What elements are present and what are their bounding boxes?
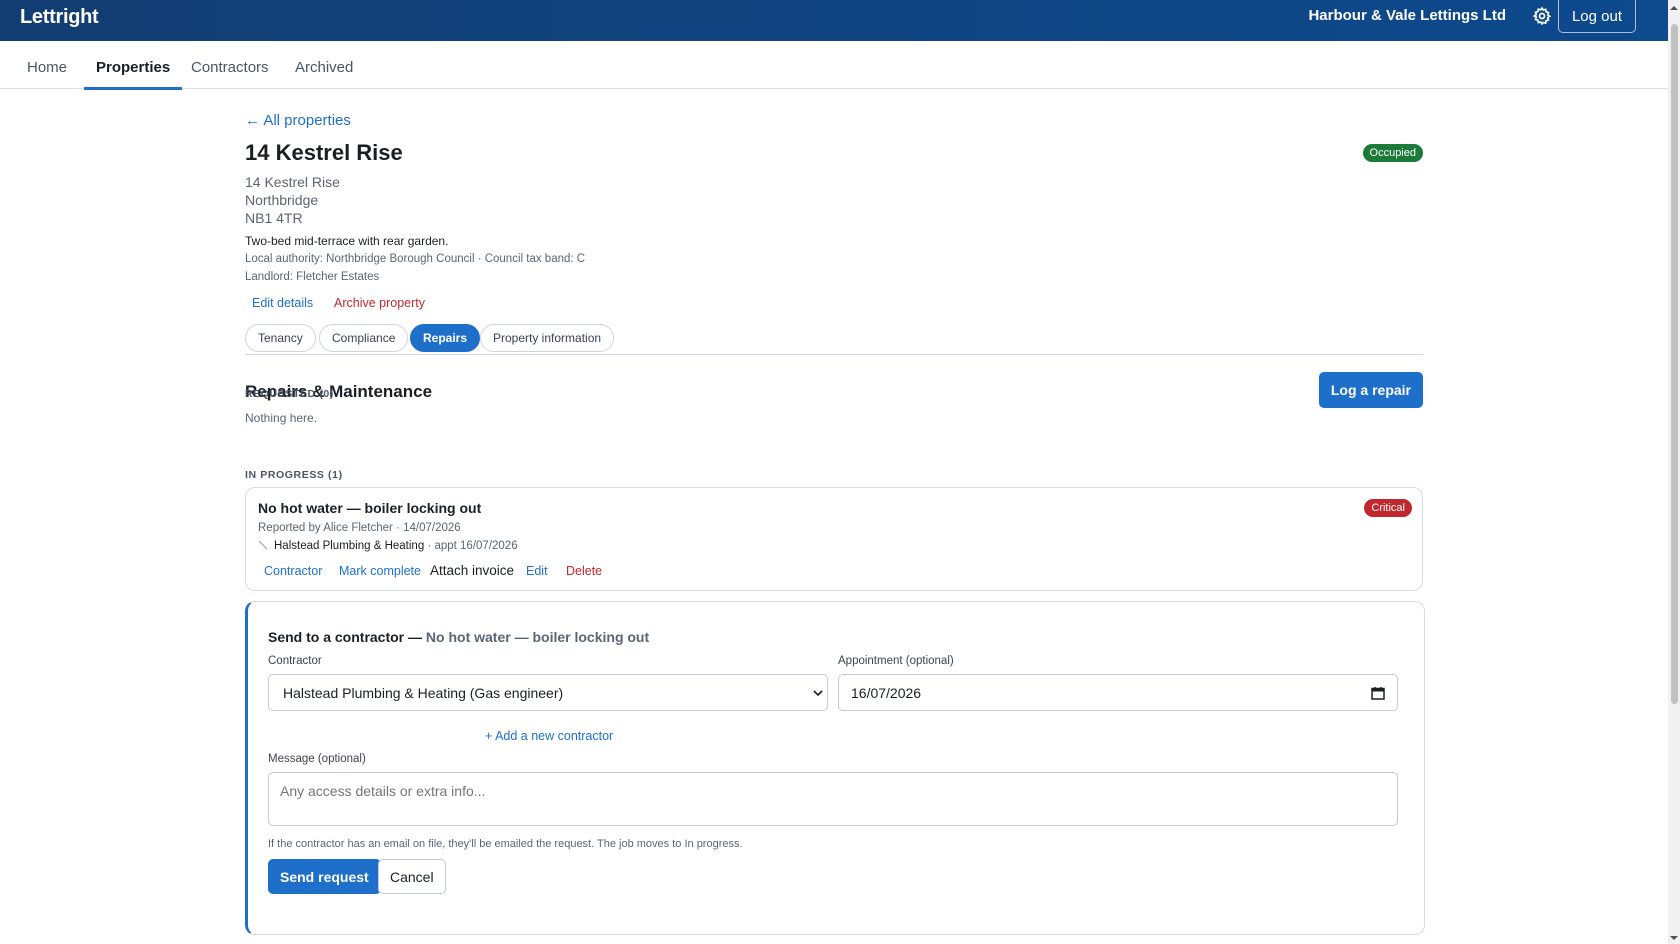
message-field[interactable] xyxy=(268,772,1398,826)
address-line-2: Northbridge xyxy=(245,192,319,208)
repair-appointment: · appt 16/07/2026 xyxy=(427,540,518,552)
log-repair-button[interactable]: Log a repair xyxy=(1318,372,1423,408)
appointment-date-value: 16/07/2026 xyxy=(851,685,922,701)
local-authority: Local authority: Northbridge Borough Cou… xyxy=(245,253,586,265)
address-line-1: 14 Kestrel Rise xyxy=(245,174,340,190)
send-request-button[interactable]: Send request xyxy=(268,859,381,894)
nav-home[interactable]: Home xyxy=(27,41,67,86)
brand-logo[interactable]: Lettright xyxy=(20,6,99,29)
calendar-icon[interactable] xyxy=(1371,686,1385,700)
top-bar: Lettright Harbour & Vale Lettings Ltd Lo… xyxy=(0,0,1668,41)
archive-property-link[interactable]: Archive property xyxy=(334,296,425,310)
repair-card: No hot water — boiler locking out Critic… xyxy=(245,487,1423,591)
mark-complete-action[interactable]: Mark complete xyxy=(339,564,421,578)
repair-title: No hot water — boiler locking out xyxy=(258,500,482,516)
send-help-text: If the contractor has an email on file, … xyxy=(268,838,743,850)
main-nav: Home Properties Contractors Archived xyxy=(0,41,1668,90)
nav-contractors[interactable]: Contractors xyxy=(191,41,269,86)
chevron-down-icon xyxy=(813,690,823,697)
back-to-properties-link[interactable]: ← All properties xyxy=(245,112,351,129)
gear-icon[interactable] xyxy=(1532,6,1552,26)
landlord: Landlord: Fletcher Estates xyxy=(245,271,380,283)
tab-compliance[interactable]: Compliance xyxy=(319,324,409,352)
appointment-date-input[interactable]: 16/07/2026 xyxy=(838,674,1398,711)
in-progress-group-label: IN PROGRESS (1) xyxy=(245,469,343,481)
scroll-up-arrow-icon[interactable] xyxy=(1670,4,1678,12)
page-scrollbar[interactable] xyxy=(1668,0,1680,944)
property-title: 14 Kestrel Rise xyxy=(245,140,403,165)
panel-title-text: Send to a contractor — xyxy=(268,629,423,645)
requested-empty-text: Nothing here. xyxy=(245,411,318,425)
scroll-down-arrow-icon[interactable] xyxy=(1670,934,1678,942)
contractor-select[interactable]: Halstead Plumbing & Heating (Gas enginee… xyxy=(268,674,828,711)
tab-repairs[interactable]: Repairs xyxy=(410,324,481,352)
send-to-contractor-panel: Send to a contractor — No hot water — bo… xyxy=(245,601,1425,935)
repair-reported: Reported by Alice Fletcher · 14/07/2026 xyxy=(258,522,461,534)
appointment-field-label: Appointment (optional) xyxy=(838,655,954,667)
cancel-button[interactable]: Cancel xyxy=(378,859,446,894)
address-postcode: NB1 4TR xyxy=(245,210,303,226)
property-description: Two-bed mid-terrace with rear garden. xyxy=(245,234,449,248)
nav-properties[interactable]: Properties xyxy=(84,41,183,90)
repair-contractor-name: Halstead Plumbing & Heating xyxy=(274,540,425,552)
organisation-name: Harbour & Vale Lettings Ltd xyxy=(1308,7,1506,24)
status-badge: Occupied xyxy=(1362,144,1423,162)
tab-tenancy[interactable]: Tenancy xyxy=(245,324,316,352)
panel-subtitle: No hot water — boiler locking out xyxy=(425,629,650,645)
edit-details-link[interactable]: Edit details xyxy=(252,296,313,310)
edit-repair-action[interactable]: Edit xyxy=(526,564,548,578)
requested-group-label: REQUESTED (0) xyxy=(245,388,334,400)
delete-repair-action[interactable]: Delete xyxy=(566,564,602,578)
wrench-icon xyxy=(258,540,268,550)
property-tabs: Tenancy Compliance Repairs Property info… xyxy=(245,324,1423,355)
repair-contractor-line: Halstead Plumbing & Heating · appt 16/07… xyxy=(258,540,518,552)
nav-archived[interactable]: Archived xyxy=(295,41,353,86)
contractor-select-value: Halstead Plumbing & Heating (Gas enginee… xyxy=(283,685,564,701)
scroll-thumb[interactable] xyxy=(1671,24,1678,704)
logout-button[interactable]: Log out xyxy=(1557,0,1636,33)
contractor-field-label: Contractor xyxy=(268,655,322,667)
attach-invoice-action[interactable]: Attach invoice xyxy=(430,563,514,578)
panel-title: Send to a contractor — No hot water — bo… xyxy=(268,629,649,645)
add-new-contractor-link[interactable]: + Add a new contractor xyxy=(485,729,613,743)
priority-badge: Critical xyxy=(1364,499,1412,517)
message-field-label: Message (optional) xyxy=(268,753,366,765)
contractor-action[interactable]: Contractor xyxy=(264,564,322,578)
tab-property-information[interactable]: Property information xyxy=(480,324,615,352)
